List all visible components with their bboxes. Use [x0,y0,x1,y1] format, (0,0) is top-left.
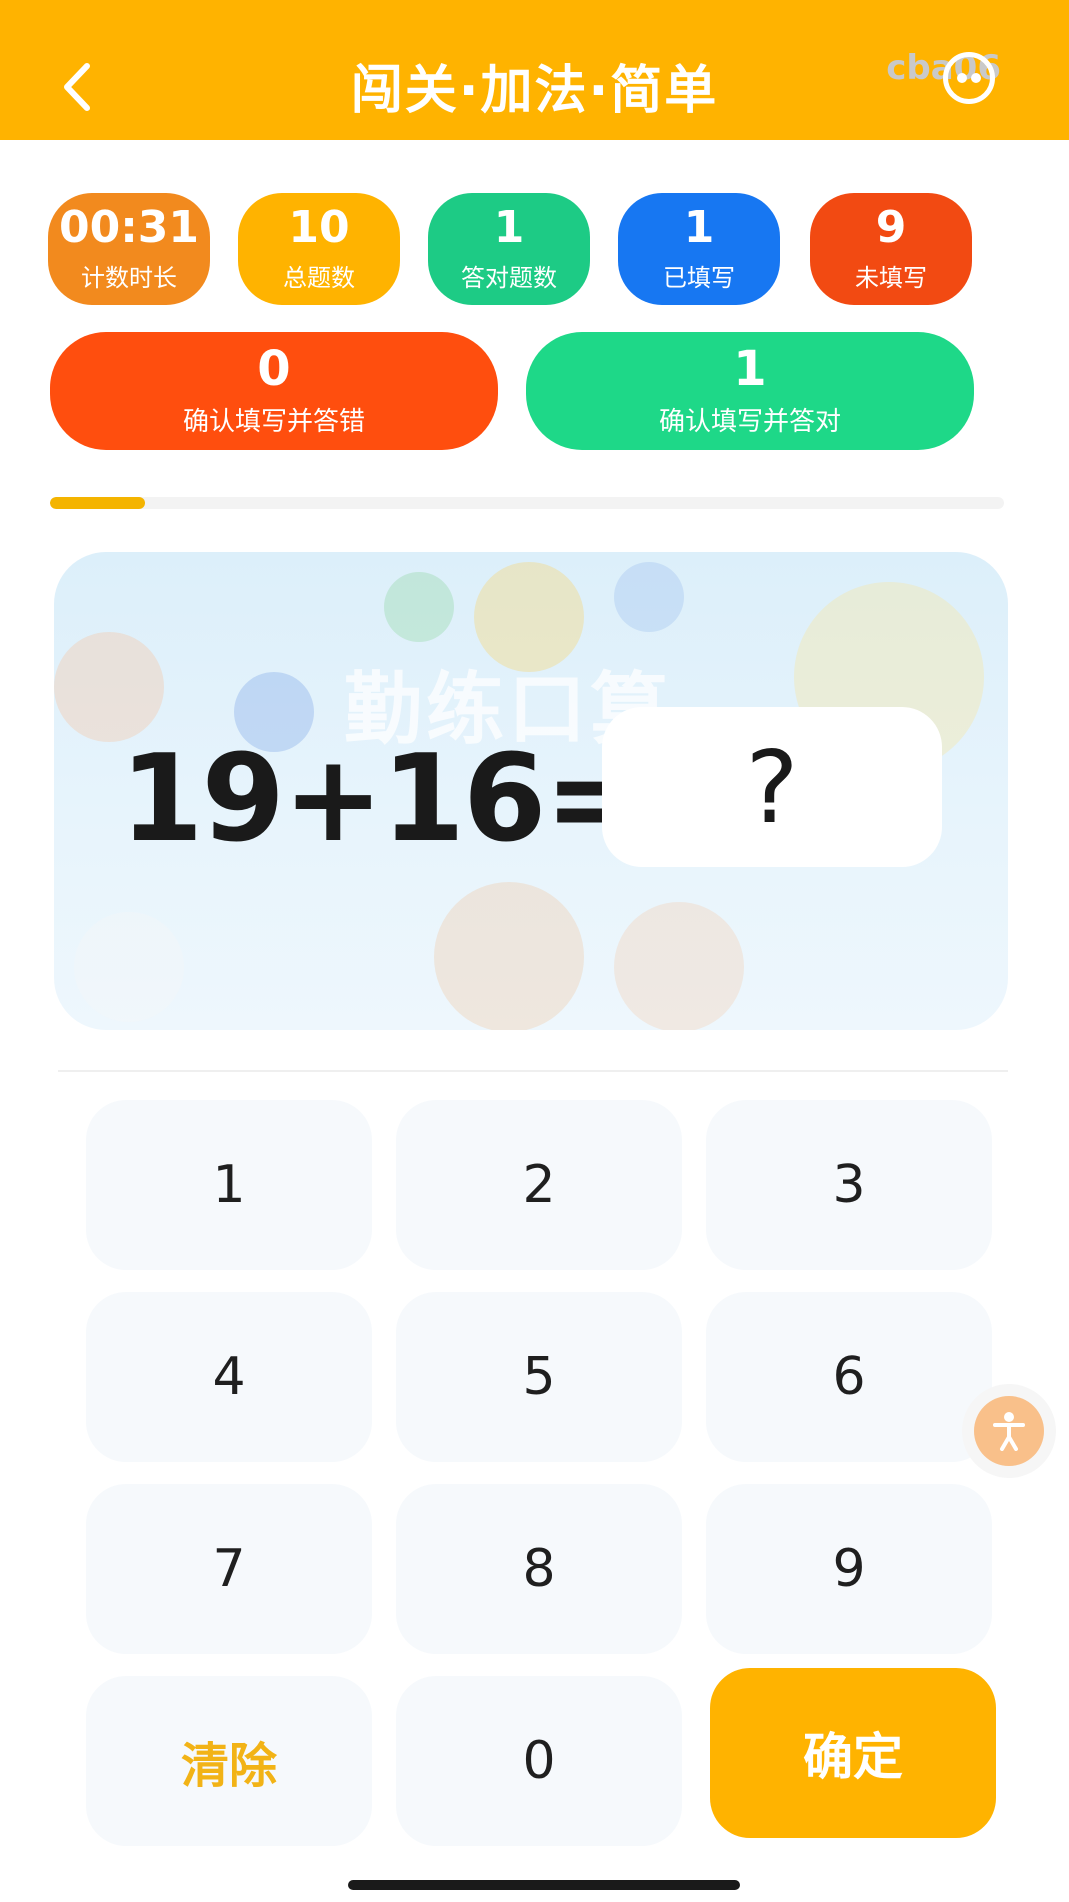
decor-bubble [74,912,184,1022]
key-8[interactable]: 8 [396,1484,682,1654]
stat-confirmed-correct: 1 确认填写并答对 [526,332,974,450]
key-6[interactable]: 6 [706,1292,992,1462]
stat-right-label: 确认填写并答对 [658,406,841,437]
key-1[interactable]: 1 [86,1100,372,1270]
decor-bubble [614,562,684,632]
stat-filled: 1 已填写 [618,193,780,305]
key-4[interactable]: 4 [86,1292,372,1462]
answer-input[interactable]: ? [602,707,942,867]
stat-wrong-value: 0 [257,340,291,397]
key-7[interactable]: 7 [86,1484,372,1654]
key-0[interactable]: 0 [396,1676,682,1846]
quiz-screen: 闯关·加法·简单 cba06 00:31 计数时长 10 总题数 1 答对题数 … [0,0,1069,1902]
progress-fill [50,497,146,509]
key-5[interactable]: 5 [396,1292,682,1462]
progress-bar [50,497,1004,509]
stat-timer-value: 00:31 [58,201,200,253]
question-card: 勤练口算 19+16= ? [54,552,1008,1030]
stat-confirmed-wrong: 0 确认填写并答错 [50,332,498,450]
key-3[interactable]: 3 [706,1100,992,1270]
question-expression: 19+16= [120,730,645,869]
more-button[interactable] [943,52,995,104]
stat-total-label: 总题数 [283,263,355,292]
stat-total-value: 10 [288,201,350,253]
stat-filled-label: 已填写 [663,263,735,292]
home-indicator [348,1880,740,1890]
decor-bubble [54,632,164,742]
stat-unfilled-label: 未填写 [855,263,927,292]
decor-bubble [384,572,454,642]
accessibility-icon [993,1412,1025,1451]
stat-unfilled: 9 未填写 [810,193,972,305]
stat-wrong-label: 确认填写并答错 [182,406,365,437]
stat-correct: 1 答对题数 [428,193,590,305]
more-icon [957,73,967,83]
stat-total: 10 总题数 [238,193,400,305]
accessibility-button[interactable] [974,1396,1044,1466]
stat-right-value: 1 [733,340,767,397]
key-9[interactable]: 9 [706,1484,992,1654]
more-icon-dot [971,73,981,83]
stat-timer-label: 计数时长 [81,263,177,292]
decor-figure [434,882,584,1030]
confirm-button[interactable]: 确定 [710,1668,996,1838]
key-2[interactable]: 2 [396,1100,682,1270]
stat-filled-value: 1 [683,201,715,253]
stat-correct-value: 1 [493,201,525,253]
clear-button[interactable]: 清除 [86,1676,372,1846]
stat-correct-label: 答对题数 [461,263,557,292]
stat-unfilled-value: 9 [875,201,907,253]
top-bar: 闯关·加法·简单 cba06 [0,0,1069,140]
divider [58,1070,1008,1072]
decor-figure [614,902,744,1030]
stat-timer: 00:31 计数时长 [48,193,210,305]
